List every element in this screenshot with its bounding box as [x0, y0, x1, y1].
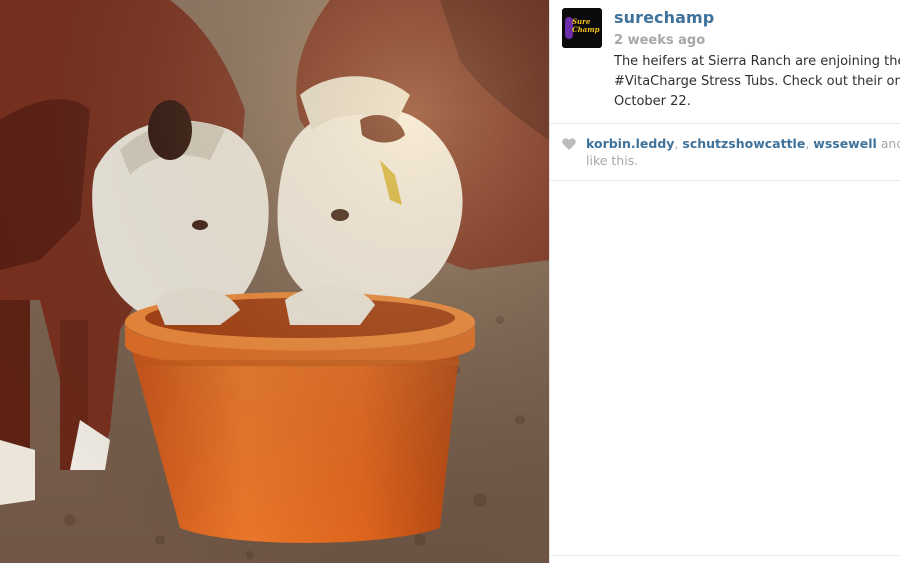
post-details-panel: Sure Champ surechamp 2 weeks ago The hei…	[549, 0, 900, 563]
liker-link[interactable]: schutzshowcattle	[682, 136, 805, 151]
username-link[interactable]: surechamp	[614, 8, 714, 27]
post-timestamp[interactable]: 2 weeks ago	[614, 33, 705, 48]
cows-eating-from-tub-image	[0, 0, 549, 563]
liker-link[interactable]: korbin.leddy	[586, 136, 674, 151]
avatar-logo-text: Sure Champ	[572, 18, 600, 34]
heart-icon[interactable]	[562, 138, 576, 150]
post-caption: The heifers at Sierra Ranch are enjoinin…	[614, 52, 900, 112]
caption-line: The heifers at Sierra Ranch are enjoinin…	[614, 54, 900, 69]
post-photo[interactable]	[0, 0, 549, 563]
likes-suffix: like this.	[586, 153, 639, 168]
likes-and-text: and	[880, 136, 900, 151]
divider	[550, 180, 900, 181]
caption-line: October 22.	[614, 94, 691, 109]
avatar-logo-line2: Champ	[572, 25, 600, 34]
post-header: Sure Champ surechamp 2 weeks ago The hei…	[550, 0, 900, 123]
likes-section: korbin.leddy, schutzshowcattle, wssewell…	[550, 124, 900, 180]
likes-summary: korbin.leddy, schutzshowcattle, wssewell…	[586, 136, 900, 151]
divider	[550, 555, 900, 556]
caption-line: #VitaCharge Stress Tubs. Check out their…	[614, 74, 900, 89]
avatar[interactable]: Sure Champ	[562, 8, 602, 48]
liker-link[interactable]: wssewell	[813, 136, 877, 151]
